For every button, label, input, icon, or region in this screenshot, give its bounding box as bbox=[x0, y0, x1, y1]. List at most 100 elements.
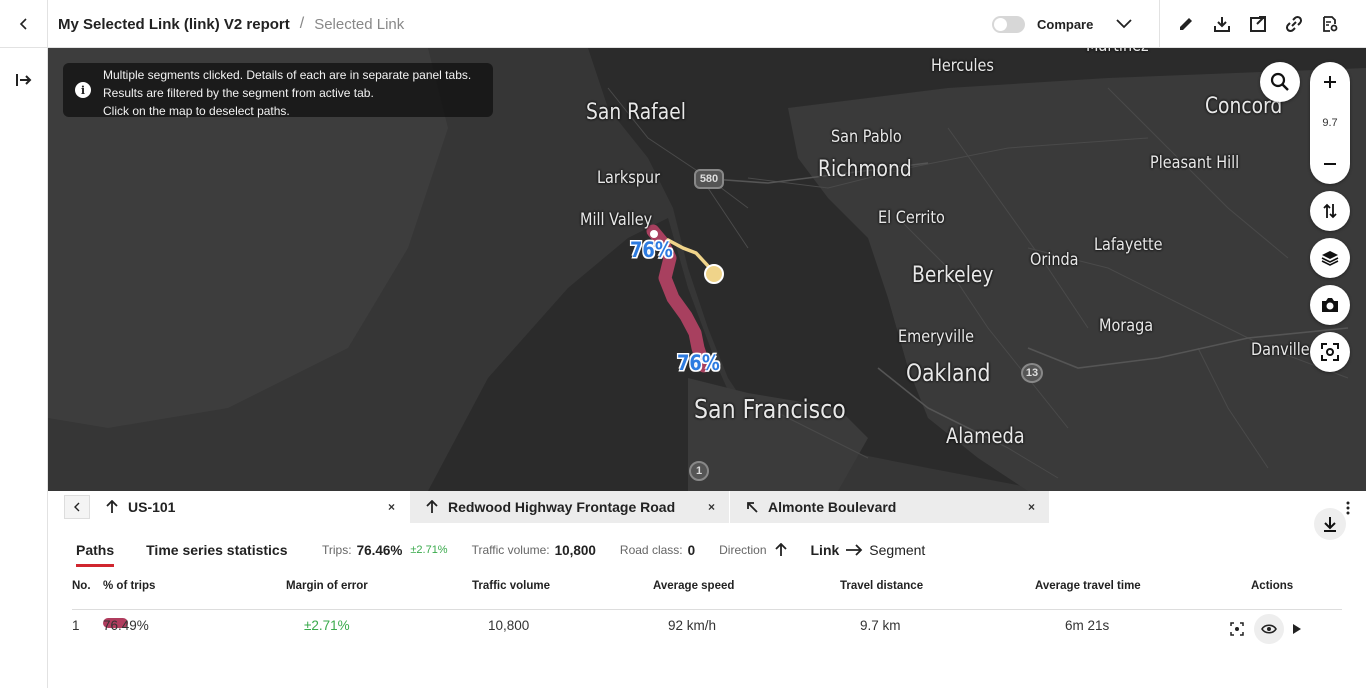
map-label-larkspur: Larkspur bbox=[597, 168, 661, 188]
row-play-button[interactable] bbox=[1286, 618, 1308, 640]
row-no: 1 bbox=[72, 618, 80, 633]
compare-dropdown-button[interactable] bbox=[1112, 12, 1136, 36]
col-travel-distance: Travel distance bbox=[840, 580, 924, 592]
panel-subtabs: Paths Time series statistics bbox=[76, 538, 320, 567]
download-icon bbox=[1214, 17, 1230, 32]
map-label-orinda: Orinda bbox=[1030, 250, 1079, 270]
traffic-volume-label: Traffic volume: bbox=[471, 543, 550, 557]
col-actions: Actions bbox=[1251, 580, 1294, 592]
segment-tab-redwood-highway[interactable]: Redwood Highway Frontage Road × bbox=[410, 491, 730, 523]
map-label-emeryville: Emeryville bbox=[898, 327, 975, 347]
subtab-paths[interactable]: Paths bbox=[76, 542, 115, 567]
toolbar-divider bbox=[1159, 0, 1160, 48]
table-row[interactable]: 1 76.49% ±2.71% 10,800 92 km/h 9.7 km 6m… bbox=[72, 614, 1342, 644]
row-traffic-volume: 10,800 bbox=[488, 618, 530, 633]
col-pct-trips: % of trips bbox=[103, 580, 156, 592]
row-margin-error: ±2.71% bbox=[304, 618, 350, 633]
map-label-el-cerrito: El Cerrito bbox=[878, 208, 945, 228]
map-label-lafayette: Lafayette bbox=[1094, 235, 1163, 255]
arrow-up-icon bbox=[426, 500, 438, 514]
row-pct-trips: 76.49% bbox=[103, 618, 149, 633]
tab-label: US-101 bbox=[128, 499, 176, 515]
segment-label[interactable]: Segment bbox=[869, 542, 925, 558]
play-icon bbox=[1293, 624, 1301, 634]
segment-tab-almonte-boulevard[interactable]: Almonte Boulevard × bbox=[730, 491, 1050, 523]
edit-button[interactable] bbox=[1174, 12, 1198, 36]
row-average-speed: 92 km/h bbox=[668, 618, 717, 633]
path-label-top[interactable]: 76% bbox=[630, 238, 673, 262]
results-panel: US-101 × Redwood Highway Frontage Road ×… bbox=[48, 491, 1366, 688]
info-banner: i Multiple segments clicked. Details of … bbox=[63, 63, 493, 118]
link-label[interactable]: Link bbox=[811, 542, 840, 558]
share-link-button[interactable] bbox=[1282, 12, 1306, 36]
breadcrumb-current: Selected Link bbox=[314, 15, 405, 33]
row-zoom-to-path-button[interactable] bbox=[1226, 618, 1248, 640]
close-tab-button[interactable]: × bbox=[388, 500, 395, 514]
pencil-icon bbox=[1180, 18, 1192, 30]
map-label-san-pablo: San Pablo bbox=[831, 127, 902, 147]
layers-button[interactable] bbox=[1310, 238, 1350, 278]
tab-label: Almonte Boulevard bbox=[768, 499, 897, 515]
report-title[interactable]: My Selected Link (link) V2 report bbox=[58, 16, 290, 33]
left-sidebar bbox=[0, 48, 48, 688]
map-label-danville: Danville bbox=[1251, 340, 1310, 360]
segment-tabs: US-101 × Redwood Highway Frontage Road ×… bbox=[64, 491, 1050, 523]
compare-toggle[interactable] bbox=[992, 15, 1025, 33]
col-no: No. bbox=[72, 580, 91, 592]
highway-shield-1: 1 bbox=[689, 461, 709, 481]
map-label-berkeley: Berkeley bbox=[912, 263, 994, 288]
info-line-3: Click on the map to deselect paths. bbox=[103, 104, 290, 118]
plus-icon bbox=[1324, 76, 1336, 88]
expand-sidebar-button[interactable] bbox=[8, 64, 40, 96]
map-label-oakland: Oakland bbox=[906, 359, 991, 387]
zoom-out-button[interactable] bbox=[1310, 152, 1350, 176]
info-line-1: Multiple segments clicked. Details of ea… bbox=[103, 68, 472, 82]
zoom-control: 9.7 bbox=[1310, 62, 1350, 184]
camera-icon bbox=[1322, 298, 1338, 312]
download-button[interactable] bbox=[1210, 12, 1234, 36]
back-button[interactable] bbox=[0, 0, 48, 48]
report-settings-icon bbox=[1323, 16, 1338, 32]
tabs-scroll-left-button[interactable] bbox=[64, 495, 90, 519]
chevron-left-icon bbox=[74, 502, 80, 512]
close-tab-button[interactable]: × bbox=[708, 500, 715, 514]
close-tab-button[interactable]: × bbox=[1028, 500, 1035, 514]
subtab-time-series[interactable]: Time series statistics bbox=[146, 542, 287, 558]
paths-table-header: No. % of trips Margin of error Traffic v… bbox=[72, 580, 1342, 610]
road-class-label: Road class: bbox=[619, 543, 683, 557]
road-class-value: 0 bbox=[687, 542, 696, 558]
chevron-down-icon bbox=[1116, 19, 1132, 29]
segment-tab-us-101[interactable]: US-101 × bbox=[90, 491, 410, 523]
expand-arrow-icon bbox=[16, 74, 32, 86]
map-view[interactable]: i Multiple segments clicked. Details of … bbox=[48, 48, 1366, 491]
col-margin-error: Margin of error bbox=[286, 580, 368, 592]
fit-to-view-button[interactable] bbox=[1310, 332, 1350, 372]
map-label-san-francisco: San Francisco bbox=[694, 395, 846, 425]
path-label-bottom[interactable]: 76% bbox=[677, 351, 720, 375]
map-label-alameda: Alameda bbox=[946, 424, 1025, 448]
col-traffic-volume: Traffic volume bbox=[472, 580, 550, 592]
trips-value: 76.46% bbox=[356, 542, 403, 558]
chevron-left-icon bbox=[19, 18, 27, 30]
swap-direction-button[interactable] bbox=[1310, 191, 1350, 231]
row-toggle-visibility-button[interactable] bbox=[1254, 614, 1284, 644]
map-search-button[interactable] bbox=[1260, 62, 1300, 102]
export-icon bbox=[1250, 16, 1266, 32]
highway-shield-13: 13 bbox=[1021, 363, 1043, 383]
link-icon bbox=[1285, 15, 1303, 33]
breadcrumb-separator: / bbox=[299, 15, 305, 32]
arrow-up-icon bbox=[106, 500, 118, 514]
compare-label: Compare bbox=[1037, 16, 1094, 32]
collapse-panel-button[interactable] bbox=[1314, 508, 1346, 540]
arrow-up-left-icon bbox=[746, 501, 758, 513]
top-bar: My Selected Link (link) V2 report / Sele… bbox=[0, 0, 1366, 48]
col-average-travel-time: Average travel time bbox=[1035, 580, 1141, 592]
map-label-martinez: Martinez bbox=[1086, 48, 1149, 56]
map-label-hercules: Hercules bbox=[931, 56, 994, 76]
info-line-2: Results are filtered by the segment from… bbox=[103, 86, 374, 100]
report-settings-button[interactable] bbox=[1318, 12, 1342, 36]
screenshot-button[interactable] bbox=[1310, 285, 1350, 325]
zoom-in-button[interactable] bbox=[1310, 70, 1350, 94]
zoom-level: 9.7 bbox=[1322, 117, 1338, 129]
export-button[interactable] bbox=[1246, 12, 1270, 36]
